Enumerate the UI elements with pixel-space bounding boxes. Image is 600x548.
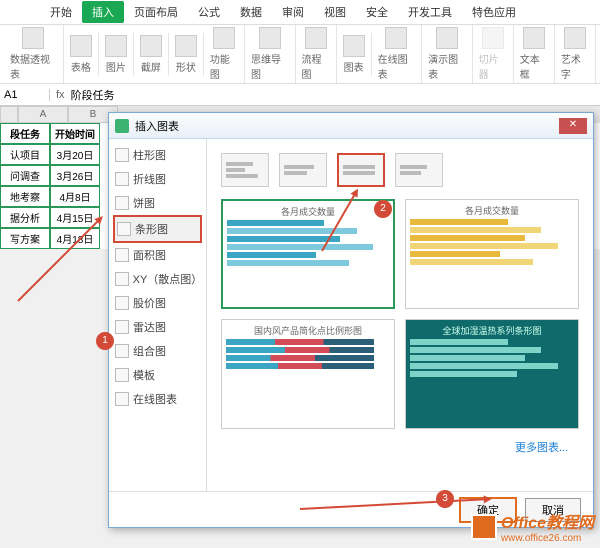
cell-b2[interactable]: 3月20日 bbox=[50, 144, 100, 165]
close-icon[interactable]: ✕ bbox=[559, 118, 587, 134]
marker-2: 2 bbox=[374, 200, 392, 218]
tab-insert[interactable]: 插入 bbox=[82, 1, 124, 23]
cell-b6[interactable]: 4月18日 bbox=[50, 228, 100, 249]
tab-layout[interactable]: 页面布局 bbox=[124, 1, 188, 23]
tool-slidechart[interactable]: 演示图表 bbox=[422, 25, 473, 83]
cat-area[interactable]: 面积图 bbox=[113, 243, 202, 267]
cat-line[interactable]: 折线图 bbox=[113, 167, 202, 191]
cell-a3[interactable]: 问调查 bbox=[0, 165, 50, 186]
tool-slicer[interactable]: 切片器 bbox=[473, 25, 514, 83]
more-charts-link[interactable]: 更多图表... bbox=[215, 435, 585, 455]
tab-formula[interactable]: 公式 bbox=[188, 1, 230, 23]
toolbar: 数据透视表 表格 图片 截屏 形状 功能图 思维导图 流程图 图表 在线图表 演… bbox=[0, 24, 600, 84]
cat-stock[interactable]: 股价图 bbox=[113, 291, 202, 315]
tool-mindmap[interactable]: 思维导图 bbox=[245, 25, 296, 83]
cell-a2[interactable]: 认项目 bbox=[0, 144, 50, 165]
tool-table[interactable]: 表格 bbox=[64, 33, 99, 76]
tab-data[interactable]: 数据 bbox=[230, 1, 272, 23]
cat-radar[interactable]: 雷达图 bbox=[113, 315, 202, 339]
tab-review[interactable]: 审阅 bbox=[272, 1, 314, 23]
th-start[interactable]: 开始时间 bbox=[50, 123, 100, 144]
tool-smartart[interactable]: 功能图 bbox=[204, 25, 245, 83]
th-task[interactable]: 段任务 bbox=[0, 123, 50, 144]
tool-picture[interactable]: 图片 bbox=[99, 33, 134, 76]
chart-preview-area: 各月成交数量 各月成交数量 国内风产品简化点比例形图 bbox=[207, 139, 593, 491]
subtype-stacked-bar[interactable] bbox=[279, 153, 327, 187]
ribbon-tabs: 开始 插入 页面布局 公式 数据 审阅 视图 安全 开发工具 特色应用 bbox=[0, 0, 600, 24]
subtype-3d-bar[interactable] bbox=[395, 153, 443, 187]
cell-a4[interactable]: 地考察 bbox=[0, 186, 50, 207]
dialog-titlebar[interactable]: 插入图表 ✕ bbox=[109, 113, 593, 139]
subtype-100-stacked-bar[interactable] bbox=[337, 153, 385, 187]
tool-screenshot[interactable]: 截屏 bbox=[134, 33, 169, 76]
office-icon bbox=[471, 514, 497, 540]
tab-start[interactable]: 开始 bbox=[40, 1, 82, 23]
subtype-clustered-bar[interactable] bbox=[221, 153, 269, 187]
tool-onlinechart[interactable]: 在线图表 bbox=[372, 25, 423, 83]
tool-flowchart[interactable]: 流程图 bbox=[296, 25, 337, 83]
tool-chart[interactable]: 图表 bbox=[337, 33, 372, 76]
tab-special[interactable]: 特色应用 bbox=[462, 1, 526, 23]
tool-shapes[interactable]: 形状 bbox=[169, 33, 204, 76]
preview-2[interactable]: 各月成交数量 bbox=[405, 199, 579, 309]
cat-column[interactable]: 柱形图 bbox=[113, 143, 202, 167]
preview-1[interactable]: 各月成交数量 bbox=[221, 199, 395, 309]
cell-b3[interactable]: 3月26日 bbox=[50, 165, 100, 186]
marker-1: 1 bbox=[96, 332, 114, 350]
dialog-title: 插入图表 bbox=[135, 118, 179, 134]
tab-view[interactable]: 视图 bbox=[314, 1, 356, 23]
tool-wordart[interactable]: 艺术字 bbox=[555, 25, 596, 83]
preview-4[interactable]: 全球加湿温热系列条形图 bbox=[405, 319, 579, 429]
name-box[interactable]: A1 bbox=[0, 89, 50, 101]
fx-icon[interactable]: fx bbox=[50, 89, 71, 101]
formula-value[interactable]: 阶段任务 bbox=[71, 87, 115, 103]
cat-combo[interactable]: 组合图 bbox=[113, 339, 202, 363]
cell-b4[interactable]: 4月8日 bbox=[50, 186, 100, 207]
chart-category-list: 柱形图 折线图 饼图 条形图 面积图 XY（散点图） 股价图 雷达图 组合图 模… bbox=[109, 139, 207, 491]
marker-3: 3 bbox=[436, 490, 454, 508]
insert-chart-dialog: 插入图表 ✕ 柱形图 折线图 饼图 条形图 面积图 XY（散点图） 股价图 雷达… bbox=[108, 112, 594, 528]
cat-template[interactable]: 模板 bbox=[113, 363, 202, 387]
cell-a6[interactable]: 写方案 bbox=[0, 228, 50, 249]
cat-online[interactable]: 在线图表 bbox=[113, 387, 202, 411]
tab-devtools[interactable]: 开发工具 bbox=[398, 1, 462, 23]
cat-pie[interactable]: 饼图 bbox=[113, 191, 202, 215]
watermark: Office教程网 www.office26.com bbox=[471, 509, 594, 544]
tool-pivot[interactable]: 数据透视表 bbox=[4, 25, 64, 83]
tab-security[interactable]: 安全 bbox=[356, 1, 398, 23]
cat-scatter[interactable]: XY（散点图） bbox=[113, 267, 202, 291]
cat-bar[interactable]: 条形图 bbox=[113, 215, 202, 243]
tool-textbox[interactable]: 文本框 bbox=[514, 25, 555, 83]
dialog-icon bbox=[115, 119, 129, 133]
formula-bar: A1 fx 阶段任务 bbox=[0, 84, 600, 106]
cell-a5[interactable]: 据分析 bbox=[0, 207, 50, 228]
preview-3[interactable]: 国内风产品简化点比例形图 bbox=[221, 319, 395, 429]
col-a[interactable]: A bbox=[18, 106, 68, 123]
